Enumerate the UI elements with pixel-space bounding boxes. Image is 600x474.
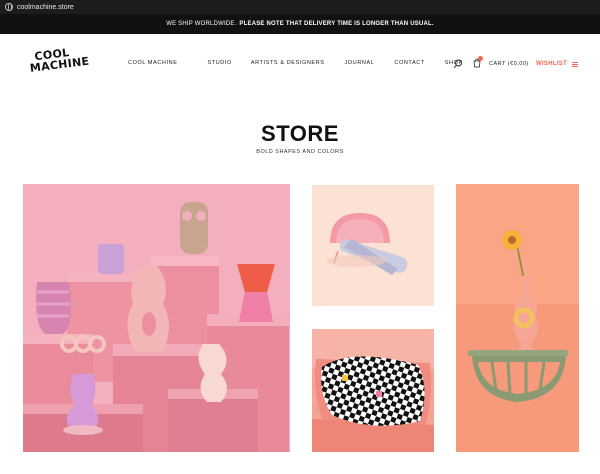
announcement-bar: WE SHIP WORLDWIDE. PLEASE NOTE THAT DELI…: [0, 14, 600, 34]
cart-link[interactable]: CART (€0,00): [489, 61, 529, 67]
nav-item-artists-designers[interactable]: ARTISTS & DESIGNERS: [251, 60, 325, 66]
product-image-pink-lamp[interactable]: [312, 185, 434, 306]
browser-url-bar[interactable]: coolmachine.store: [0, 0, 600, 14]
product-image-checkered-cushion[interactable]: [312, 329, 434, 452]
nav-item-journal[interactable]: JOURNAL: [345, 60, 375, 66]
search-icon[interactable]: [453, 59, 463, 69]
product-image-ceramic-collection[interactable]: [23, 184, 290, 452]
url-text[interactable]: coolmachine.store: [17, 4, 74, 11]
cart-count-badge: [478, 56, 483, 61]
globe-icon: [5, 3, 13, 11]
page-title: STORE: [261, 121, 339, 146]
nav-item-contact[interactable]: CONTACT: [394, 60, 424, 66]
announcement-bold-text: PLEASE NOTE THAT DELIVERY TIME IS LONGER…: [239, 21, 434, 27]
nav-item-studio[interactable]: STUDIO: [207, 60, 231, 66]
menu-icon[interactable]: [572, 62, 578, 67]
wishlist-link[interactable]: WISHLIST: [536, 61, 567, 67]
product-image-wall-vase-shelf[interactable]: [456, 184, 579, 452]
nav-item-cool-machine[interactable]: COOL MACHINE: [128, 60, 177, 66]
main-nav: COOL MACHINE STUDIO ARTISTS & DESIGNERS …: [128, 60, 463, 66]
page-subtitle: BOLD SHAPES AND COLORS: [256, 149, 344, 155]
site-logo[interactable]: COOL MACHINE: [28, 45, 90, 75]
announcement-text: WE SHIP WORLDWIDE.: [166, 21, 237, 27]
